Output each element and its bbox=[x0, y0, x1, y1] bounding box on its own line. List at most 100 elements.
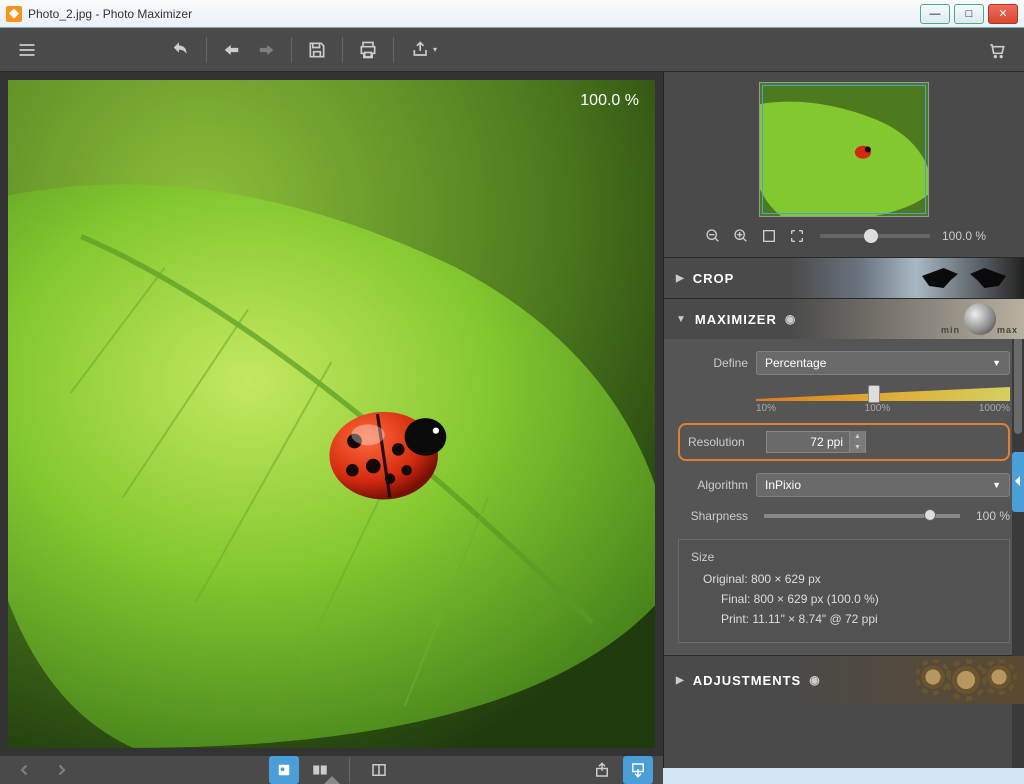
sharpness-label: Sharpness bbox=[678, 509, 748, 523]
zoom-controls: 100.0 % bbox=[674, 225, 1014, 247]
chevron-right-icon: ▶ bbox=[676, 675, 685, 686]
algorithm-row: Algorithm InPixio ▼ bbox=[678, 473, 1010, 497]
maximizer-title: MAXIMIZER bbox=[695, 312, 777, 327]
gears-decoration bbox=[918, 662, 1014, 698]
share-button[interactable]: ▾ bbox=[402, 33, 446, 67]
minimize-button[interactable]: ― bbox=[920, 4, 950, 24]
zoom-in-button[interactable] bbox=[730, 225, 752, 247]
adjustments-header[interactable]: ▶ ADJUSTMENTS ◉ bbox=[664, 656, 1024, 704]
canvas-wrap: 100.0 % bbox=[0, 72, 663, 756]
size-box: Size Original: 800 × 629 px Final: 800 ×… bbox=[678, 539, 1010, 643]
cart-button[interactable] bbox=[980, 33, 1014, 67]
knob-min-label: min bbox=[941, 325, 960, 335]
size-title: Size bbox=[691, 550, 997, 564]
algorithm-value: InPixio bbox=[765, 478, 801, 492]
algorithm-select[interactable]: InPixio ▼ bbox=[756, 473, 1010, 497]
main-content: 100.0 % bbox=[0, 72, 1024, 768]
chevron-down-icon: ▼ bbox=[676, 314, 687, 325]
percentage-row: 10% 100% 1000% 100.0 % bbox=[678, 387, 1010, 411]
prev-image-button[interactable] bbox=[10, 756, 40, 784]
right-panel: 100.0 % ▶ CROP ▼ MAXIMIZER bbox=[664, 72, 1024, 768]
redo-button[interactable] bbox=[249, 33, 283, 67]
zoom-fit-button[interactable] bbox=[758, 225, 780, 247]
maximizer-body: Define Percentage ▼ 10% 100% bbox=[664, 339, 1024, 655]
resolution-up[interactable]: ▲ bbox=[849, 431, 865, 442]
bottom-toolbar bbox=[0, 756, 663, 784]
view-split-button[interactable] bbox=[364, 756, 394, 784]
print-icon bbox=[358, 40, 378, 60]
maximizer-header[interactable]: ▼ MAXIMIZER ◉ min max bbox=[664, 299, 1024, 339]
chevron-right-icon: ▶ bbox=[676, 273, 685, 284]
import-icon bbox=[629, 761, 647, 779]
resolution-label: Resolution bbox=[688, 435, 758, 449]
sharpness-value: 100 % bbox=[976, 509, 1010, 523]
navigator-thumbnail[interactable] bbox=[759, 82, 929, 217]
maximizer-section: ▼ MAXIMIZER ◉ min max Define Percentage … bbox=[664, 298, 1024, 655]
side-flyout-tab[interactable] bbox=[1012, 452, 1024, 512]
define-value: Percentage bbox=[765, 356, 826, 370]
crop-title: CROP bbox=[693, 271, 735, 286]
crop-decoration bbox=[914, 264, 1014, 292]
undo-button[interactable] bbox=[215, 33, 249, 67]
image-canvas[interactable]: 100.0 % bbox=[8, 80, 655, 748]
define-select[interactable]: Percentage ▼ bbox=[756, 351, 1010, 375]
menu-button[interactable] bbox=[10, 33, 44, 67]
view-split-icon bbox=[370, 761, 388, 779]
size-original: Original: 800 × 629 px bbox=[691, 572, 997, 586]
crop-header[interactable]: ▶ CROP bbox=[664, 258, 1024, 298]
title-bar: Photo_2.jpg - Photo Maximizer ― □ ✕ bbox=[0, 0, 1024, 28]
preview-zoom-label: 100.0 % bbox=[942, 229, 986, 243]
resolution-row: Resolution 72 ppi ▲ ▼ bbox=[678, 423, 1010, 461]
maximize-button[interactable]: □ bbox=[954, 4, 984, 24]
zoom-slider[interactable] bbox=[820, 234, 930, 238]
eye-icon: ◉ bbox=[785, 312, 796, 326]
share-icon bbox=[411, 40, 431, 60]
canvas-zoom-label: 100.0 % bbox=[580, 92, 639, 110]
size-final: Final: 800 × 629 px (100.0 %) bbox=[691, 592, 997, 606]
crop-section: ▶ CROP bbox=[664, 257, 1024, 298]
next-image-button[interactable] bbox=[46, 756, 76, 784]
save-icon bbox=[307, 40, 327, 60]
tick-1000: 1000% bbox=[979, 403, 1010, 414]
define-row: Define Percentage ▼ bbox=[678, 351, 1010, 375]
undo-all-button[interactable] bbox=[164, 33, 198, 67]
window-title: Photo_2.jpg - Photo Maximizer bbox=[28, 7, 192, 21]
tick-10: 10% bbox=[756, 403, 776, 414]
resolution-down[interactable]: ▼ bbox=[849, 442, 865, 453]
percentage-slider[interactable]: 10% 100% 1000% 100.0 % bbox=[756, 387, 1010, 411]
eye-icon: ◉ bbox=[809, 673, 820, 687]
undo-all-icon bbox=[171, 40, 191, 60]
redo-icon bbox=[256, 40, 276, 60]
sharpness-slider[interactable] bbox=[764, 514, 960, 518]
app-frame: ▾ bbox=[0, 28, 1024, 768]
print-button[interactable] bbox=[351, 33, 385, 67]
app-icon bbox=[6, 6, 22, 22]
resolution-spinner[interactable]: 72 ppi ▲ ▼ bbox=[766, 431, 866, 453]
caret-down-icon: ▼ bbox=[992, 480, 1001, 490]
actual-icon bbox=[789, 228, 805, 244]
zoom-in-icon bbox=[733, 228, 749, 244]
save-button[interactable] bbox=[300, 33, 334, 67]
filmstrip-toggle[interactable] bbox=[324, 776, 340, 784]
define-label: Define bbox=[678, 356, 748, 370]
view-single-button[interactable] bbox=[269, 756, 299, 784]
tick-100: 100% bbox=[865, 403, 891, 414]
window-controls: ― □ ✕ bbox=[916, 4, 1018, 24]
cart-icon bbox=[987, 40, 1007, 60]
resolution-value: 72 ppi bbox=[767, 435, 849, 449]
zoom-actual-button[interactable] bbox=[786, 225, 808, 247]
import-button[interactable] bbox=[623, 756, 653, 784]
sharpness-row: Sharpness 100 % bbox=[678, 509, 1010, 523]
zoom-out-button[interactable] bbox=[702, 225, 724, 247]
algorithm-label: Algorithm bbox=[678, 478, 748, 492]
size-print: Print: 11.11" × 8.74" @ 72 ppi bbox=[691, 612, 997, 626]
arrow-right-icon bbox=[52, 761, 70, 779]
export-icon bbox=[593, 761, 611, 779]
preview-area: 100.0 % bbox=[664, 72, 1024, 257]
photo-image bbox=[8, 80, 655, 748]
zoom-out-icon bbox=[705, 228, 721, 244]
close-button[interactable]: ✕ bbox=[988, 4, 1018, 24]
export-button[interactable] bbox=[587, 756, 617, 784]
view-single-icon bbox=[275, 761, 293, 779]
caret-down-icon: ▼ bbox=[992, 358, 1001, 368]
